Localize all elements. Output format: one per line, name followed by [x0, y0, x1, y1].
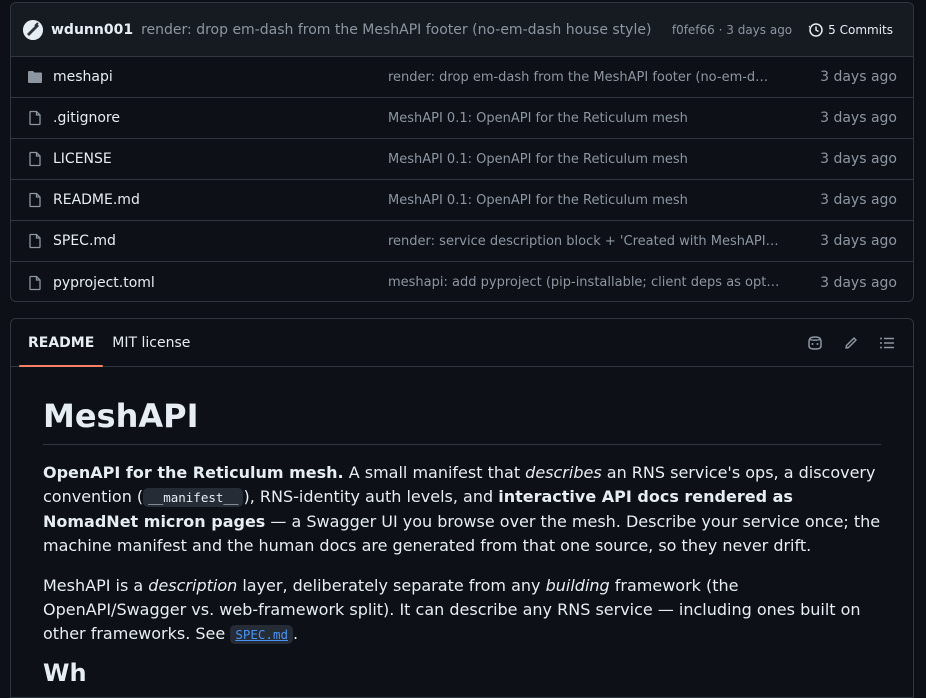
file-row[interactable]: LICENSE MeshAPI 0.1: OpenAPI for the Reti…: [11, 139, 913, 180]
file-age: 3 days ago: [820, 274, 897, 291]
copilot-icon[interactable]: [797, 319, 833, 366]
readme-panel: README MIT license MeshAPI OpenAPI for t…: [10, 318, 914, 698]
file-icon: [27, 192, 43, 208]
readme-paragraph-2: MeshAPI is a description layer, delibera…: [43, 574, 881, 647]
file-name[interactable]: LICENSE: [53, 151, 388, 167]
file-icon: [27, 110, 43, 126]
spec-link-code: SPEC.md: [230, 625, 293, 645]
file-commit-message[interactable]: render: service description block + 'Cre…: [388, 234, 820, 249]
next-section-heading: Wh: [43, 659, 87, 688]
commit-message[interactable]: render: drop em-dash from the MeshAPI fo…: [141, 22, 672, 38]
edit-pencil-icon[interactable]: [833, 319, 869, 366]
tab-license[interactable]: MIT license: [103, 319, 199, 366]
file-row[interactable]: meshapi render: drop em-dash from the Mes…: [11, 57, 913, 98]
file-commit-message[interactable]: MeshAPI 0.1: OpenAPI for the Reticulum m…: [388, 111, 820, 126]
tab-readme[interactable]: README: [19, 319, 104, 367]
file-browser: wdunn001 render: drop em-dash from the M…: [10, 2, 914, 302]
file-row[interactable]: pyproject.toml meshapi: add pyproject (pi…: [11, 262, 913, 301]
readme-title: MeshAPI: [43, 398, 881, 446]
file-name[interactable]: README.md: [53, 192, 388, 208]
text-run: MeshAPI is a: [43, 576, 149, 596]
file-name[interactable]: .gitignore: [53, 110, 388, 126]
spec-link[interactable]: SPEC.md: [230, 624, 293, 645]
text-run: A small manifest that: [343, 463, 526, 483]
file-row[interactable]: .gitignore MeshAPI 0.1: OpenAPI for the R…: [11, 98, 913, 139]
file-commit-message[interactable]: render: drop em-dash from the MeshAPI fo…: [388, 70, 820, 85]
text-run: ), RNS-identity auth levels, and: [243, 487, 499, 507]
file-age: 3 days ago: [820, 110, 897, 126]
file-name[interactable]: pyproject.toml: [53, 275, 388, 291]
commit-author[interactable]: wdunn001: [51, 22, 133, 38]
file-age: 3 days ago: [820, 192, 897, 208]
file-icon: [27, 151, 43, 167]
manifest-code: __manifest__: [143, 488, 244, 508]
commits-history-link[interactable]: 5 Commits: [808, 22, 893, 38]
file-name[interactable]: SPEC.md: [53, 233, 388, 249]
folder-icon: [27, 69, 43, 85]
file-age: 3 days ago: [820, 69, 897, 85]
readme-paragraph-1: OpenAPI for the Reticulum mesh. A small …: [43, 461, 881, 558]
outline-list-icon[interactable]: [869, 319, 905, 366]
history-icon: [808, 22, 823, 37]
text-run-italic: describes: [525, 463, 602, 483]
file-icon: [27, 233, 43, 249]
text-run: .: [293, 624, 299, 644]
file-commit-message[interactable]: meshapi: add pyproject (pip-installable;…: [388, 275, 820, 290]
file-age: 3 days ago: [820, 233, 897, 249]
file-name[interactable]: meshapi: [53, 69, 388, 85]
text-run-italic: description: [148, 576, 238, 596]
avatar[interactable]: [23, 19, 43, 40]
file-icon: [27, 275, 43, 291]
readme-header: README MIT license: [11, 319, 913, 367]
file-commit-message[interactable]: MeshAPI 0.1: OpenAPI for the Reticulum m…: [388, 193, 820, 208]
text-run: layer, deliberately separate from any: [237, 576, 546, 596]
commits-count: 5 Commits: [828, 22, 893, 37]
file-row[interactable]: README.md MeshAPI 0.1: OpenAPI for the Re…: [11, 180, 913, 221]
file-commit-message[interactable]: MeshAPI 0.1: OpenAPI for the Reticulum m…: [388, 152, 820, 167]
intro-bold: OpenAPI for the Reticulum mesh.: [43, 463, 344, 483]
text-run-italic: building: [545, 576, 610, 596]
file-row[interactable]: SPEC.md render: service description block…: [11, 221, 913, 262]
file-age: 3 days ago: [820, 151, 897, 167]
commit-meta[interactable]: f0fef66 · 3 days ago: [672, 23, 792, 37]
latest-commit-bar: wdunn001 render: drop em-dash from the M…: [11, 3, 913, 57]
readme-content: MeshAPI OpenAPI for the Reticulum mesh. …: [11, 367, 913, 685]
